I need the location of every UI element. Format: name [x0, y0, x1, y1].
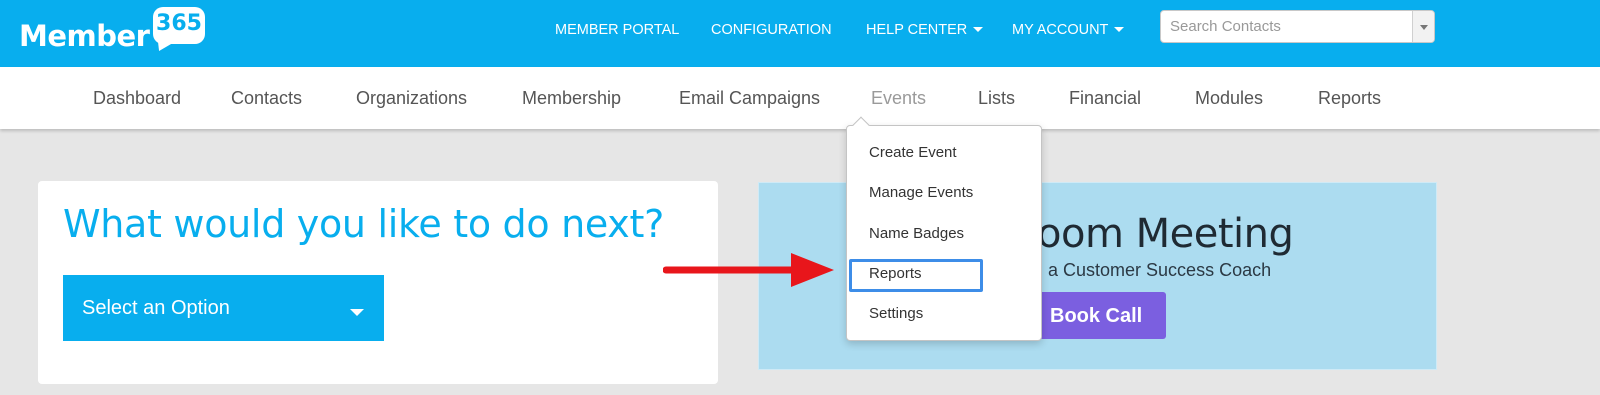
next-action-heading: What would you like to do next?: [63, 202, 664, 246]
nav-financial[interactable]: Financial: [1069, 88, 1141, 109]
search-input[interactable]: [1161, 11, 1412, 42]
caret-down-icon: [1114, 26, 1125, 32]
select-option-label: Select an Option: [82, 297, 230, 319]
nav-dashboard[interactable]: Dashboard: [93, 88, 181, 109]
book-call-label: Book Call: [1050, 305, 1143, 327]
top-nav-help-center[interactable]: HELP CENTER: [866, 22, 984, 38]
top-nav-member-portal[interactable]: MEMBER PORTAL: [555, 22, 679, 38]
logo-number: 365: [156, 11, 202, 36]
top-bar: Member 365 MEMBER PORTAL CONFIGURATION H…: [0, 0, 1600, 67]
nav-contacts[interactable]: Contacts: [231, 88, 302, 109]
search-contacts: [1160, 10, 1435, 43]
select-option-dropdown[interactable]: Select an Option: [63, 275, 384, 341]
chevron-down-icon[interactable]: [1412, 11, 1434, 42]
top-nav-label: MY ACCOUNT: [1012, 22, 1109, 38]
nav-lists[interactable]: Lists: [978, 88, 1015, 109]
nav-organizations[interactable]: Organizations: [356, 88, 467, 109]
nav-modules[interactable]: Modules: [1195, 88, 1263, 109]
logo-text: Member: [19, 19, 150, 53]
member365-logo[interactable]: Member 365: [19, 6, 219, 56]
reports-highlight-box: [849, 259, 983, 292]
nav-membership[interactable]: Membership: [522, 88, 621, 109]
caret-down-icon: [973, 26, 984, 32]
nav-events[interactable]: Events: [871, 88, 926, 109]
top-nav-my-account[interactable]: MY ACCOUNT: [1012, 22, 1125, 38]
top-nav-label: MEMBER PORTAL: [555, 22, 680, 38]
right-arrow-icon: [663, 253, 834, 287]
top-nav-label: CONFIGURATION: [711, 22, 832, 38]
menu-item-manage-events[interactable]: Manage Events: [869, 184, 973, 201]
menu-item-name-badges[interactable]: Name Badges: [869, 225, 964, 242]
nav-email-campaigns[interactable]: Email Campaigns: [679, 88, 820, 109]
promo-subtitle: n a Customer Success Coach: [1033, 260, 1272, 280]
next-action-card: What would you like to do next? Select a…: [38, 181, 718, 384]
logo-bubble: 365: [153, 7, 205, 44]
main-nav: Dashboard Contacts Organizations Members…: [0, 67, 1600, 129]
nav-reports[interactable]: Reports: [1318, 88, 1381, 109]
menu-item-settings[interactable]: Settings: [869, 305, 923, 322]
promo-title: oom Meeting: [1037, 211, 1294, 257]
top-nav-configuration[interactable]: CONFIGURATION: [711, 22, 832, 38]
events-dropdown-menu: Create Event Manage Events Name Badges R…: [846, 116, 1042, 341]
top-nav-label: HELP CENTER: [866, 22, 968, 38]
caret-down-icon: [350, 309, 364, 316]
menu-item-create-event[interactable]: Create Event: [869, 144, 957, 161]
